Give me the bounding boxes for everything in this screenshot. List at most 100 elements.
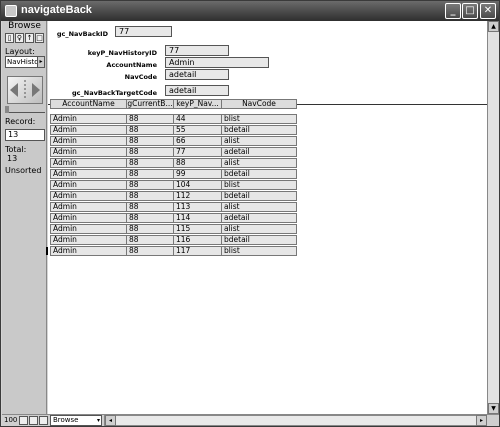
record-label: Record: [5,117,36,126]
account-name-cell[interactable]: Admin [50,213,127,223]
mode-popup[interactable]: Browse ▾ [50,415,102,426]
nav-code-cell[interactable]: bdetail [221,191,297,201]
account-name-cell[interactable]: Admin [50,246,127,256]
zoom-in-icon[interactable] [29,416,38,425]
book-flipper[interactable] [7,76,43,104]
current-b-cell[interactable]: 88 [126,169,174,179]
nav-code-cell[interactable]: blist [221,114,297,124]
account-name-cell[interactable]: Admin [50,158,127,168]
vertical-scrollbar[interactable]: ▲ ▼ [487,21,499,415]
nav-code-cell[interactable]: adetail [221,147,297,157]
account-name-cell[interactable]: Admin [50,224,127,234]
nav-code-field[interactable]: adetail [165,69,229,80]
nav-history-id-cell[interactable]: 55 [173,125,222,135]
current-b-cell[interactable]: 88 [126,235,174,245]
sort-status: Unsorted [5,166,42,175]
current-b-cell[interactable]: 88 [126,136,174,146]
column-header[interactable]: keyP_Nav... [173,99,222,109]
nav-code-cell[interactable]: bdetail [221,235,297,245]
resize-grip-icon[interactable] [488,415,499,426]
nav-code-cell[interactable]: adetail [221,213,297,223]
nav-code-cell[interactable]: bdetail [221,125,297,135]
record-number-input[interactable]: 13 [5,129,45,141]
scroll-down-icon[interactable]: ▼ [488,403,499,414]
account-name-cell[interactable]: Admin [50,180,127,190]
account-name-cell[interactable]: Admin [50,147,127,157]
nav-history-id-cell[interactable]: 44 [173,114,222,124]
field-label: keyP_NavHistoryID [87,49,157,57]
layout-select[interactable]: NavHisto ▸ [5,56,45,68]
field-label: NavCode [124,73,157,81]
current-b-cell[interactable]: 88 [126,246,174,256]
account-name-cell[interactable]: Admin [50,191,127,201]
nav-code-cell[interactable]: bdetail [221,169,297,179]
maximize-button[interactable]: □ [462,3,478,19]
bottom-bar: 100 Browse ▾ ◂ ▸ [2,414,499,426]
current-b-cell[interactable]: 88 [126,125,174,135]
nav-code-cell[interactable]: alist [221,158,297,168]
record-icon[interactable]: ▯ [5,33,14,43]
current-b-cell[interactable]: 88 [126,147,174,157]
column-header[interactable]: NavCode [221,99,297,109]
sort-icon[interactable]: ↑ [25,33,34,43]
account-name-cell[interactable]: Admin [50,169,127,179]
current-b-cell[interactable]: 88 [126,213,174,223]
current-b-cell[interactable]: 88 [126,202,174,212]
column-header[interactable]: AccountName [50,99,127,109]
current-b-cell[interactable]: 88 [126,180,174,190]
layout-value: NavHisto [7,58,39,66]
nav-history-id-cell[interactable]: 117 [173,246,222,256]
layout-label: Layout: [5,47,35,56]
nav-code-cell[interactable]: alist [221,224,297,234]
nav-code-cell[interactable]: blist [221,180,297,190]
account-name-cell[interactable]: Admin [50,202,127,212]
nav-history-id-cell[interactable]: 112 [173,191,222,201]
mode-label: Browse [8,21,41,31]
layout-content: gc_NavBackID 77 keyP_NavHistoryID 77 Acc… [46,21,487,415]
nav-history-id-cell[interactable]: 99 [173,169,222,179]
nav-back-id-field[interactable]: 77 [115,26,172,37]
zoom-level[interactable]: 100 [4,416,17,424]
mode-value: Browse [53,416,79,424]
total-label: Total: [5,145,27,154]
title-bar[interactable]: navigateBack _ □ ✕ [1,1,499,21]
current-b-cell[interactable]: 88 [126,158,174,168]
current-b-cell[interactable]: 88 [126,224,174,234]
scroll-up-icon[interactable]: ▲ [488,21,499,32]
application-window: navigateBack _ □ ✕ Browse ▯ ♀ ↑ □ Layout… [0,0,500,427]
nav-history-id-cell[interactable]: 113 [173,202,222,212]
current-b-cell[interactable]: 88 [126,114,174,124]
minimize-button[interactable]: _ [445,3,461,19]
current-b-cell[interactable]: 88 [126,191,174,201]
nav-code-cell[interactable]: alist [221,136,297,146]
nav-code-cell[interactable]: blist [221,246,297,256]
scroll-right-icon[interactable]: ▸ [476,415,487,426]
slider-knob[interactable] [5,106,9,113]
nav-history-id-cell[interactable]: 88 [173,158,222,168]
account-name-cell[interactable]: Admin [50,235,127,245]
book-icon-group: ▯ ♀ ↑ □ [5,33,45,43]
page-icon[interactable]: □ [35,33,44,43]
nav-history-id-cell[interactable]: 116 [173,235,222,245]
account-name-cell[interactable]: Admin [50,125,127,135]
zoom-out-icon[interactable] [19,416,28,425]
account-name-cell[interactable]: Admin [50,136,127,146]
nav-history-id-cell[interactable]: 66 [173,136,222,146]
account-name-field[interactable]: Admin [165,57,269,68]
scroll-left-icon[interactable]: ◂ [105,415,116,426]
nav-history-id-cell[interactable]: 115 [173,224,222,234]
nav-history-id-cell[interactable]: 77 [173,147,222,157]
field-label: AccountName [106,61,157,69]
account-name-cell[interactable]: Admin [50,114,127,124]
nav-back-target-code-field[interactable]: adetail [165,85,229,96]
nav-history-id-field[interactable]: 77 [165,45,229,56]
column-header[interactable]: gCurrentB... [126,99,174,109]
horizontal-scrollbar[interactable]: ◂ ▸ [104,415,487,426]
status-area-toggle-icon[interactable] [39,416,48,425]
nav-history-id-cell[interactable]: 114 [173,213,222,223]
find-icon[interactable]: ♀ [15,33,24,43]
nav-history-id-cell[interactable]: 104 [173,180,222,190]
nav-code-cell[interactable]: alist [221,202,297,212]
record-slider[interactable] [5,106,45,113]
close-button[interactable]: ✕ [480,3,496,19]
